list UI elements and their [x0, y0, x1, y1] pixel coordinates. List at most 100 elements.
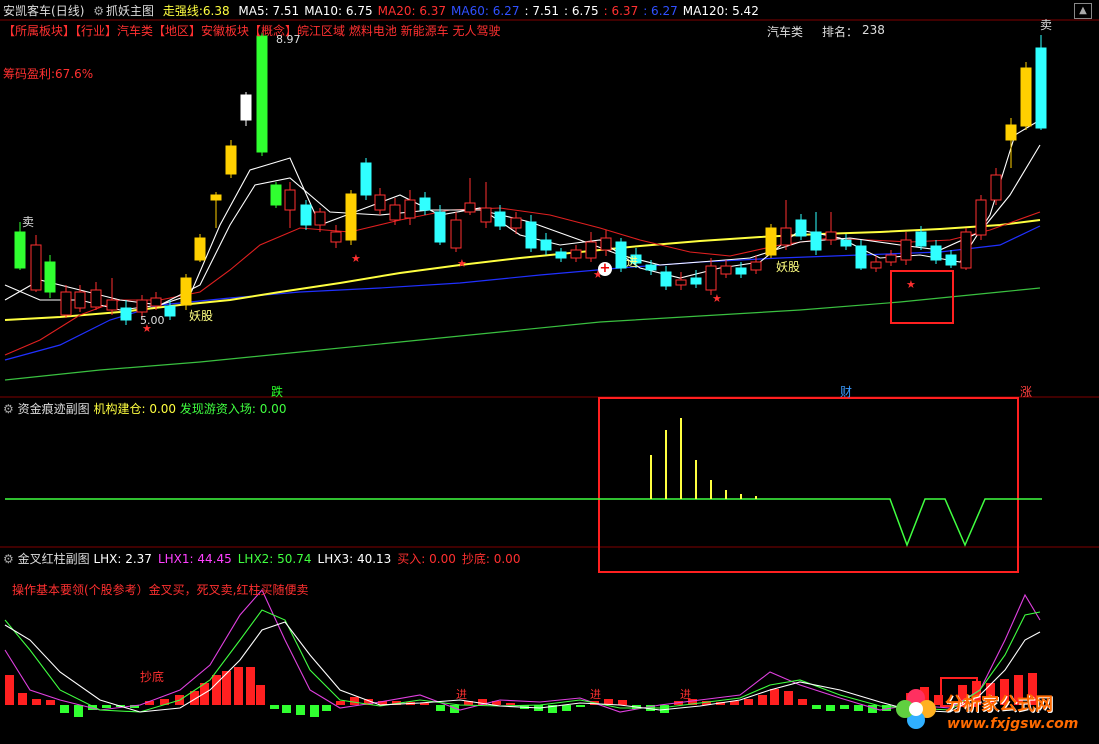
gear-icon[interactable]: ⚙ — [3, 552, 14, 566]
candle-body-46 — [705, 265, 717, 291]
lhx-value-3: LHX3: 40.13 — [317, 552, 392, 566]
sell-signal-left: 卖 — [22, 215, 35, 229]
highlight-box-sub1 — [598, 397, 1019, 573]
sub2-title[interactable]: 金叉红柱副图 — [18, 552, 90, 566]
signal-star-icon-5: ★ — [906, 278, 916, 291]
chaodi-label: 抄底 — [140, 670, 165, 684]
main-panel-header: 安凯客车(日线) ⚙ 抓妖主图 走强线:6.38 MA5: 7.51 MA10: 6… — [3, 2, 764, 19]
lhx1-line — [4, 589, 1041, 713]
candle-body-24 — [374, 194, 386, 211]
sector-name: 汽车类 — [767, 25, 804, 39]
indicator-name[interactable]: 抓妖主图 — [106, 4, 154, 18]
ma-values: MA5: 7.51 MA10: 6.75 MA20: 6.37 MA60: 6.27:… — [238, 4, 763, 18]
macd-bar-59 — [812, 705, 821, 709]
add-circle-icon[interactable]: + — [598, 262, 612, 276]
macd-bar-57 — [784, 691, 793, 705]
macd-bar-24 — [322, 705, 331, 711]
jin-label-main: 进 — [626, 255, 639, 269]
macd-bar-1 — [18, 693, 27, 705]
candle-body-56 — [855, 245, 867, 269]
candle-body-47 — [720, 265, 732, 275]
candle-body-50 — [765, 227, 777, 256]
ma-value-7: : 6.27 — [643, 4, 678, 18]
candle-body-16 — [256, 35, 268, 153]
candle-body-37 — [570, 249, 582, 259]
marker-zhang: 涨 — [1020, 385, 1033, 399]
candle-body-27 — [419, 197, 431, 211]
macd-bar-41 — [562, 705, 571, 711]
candle-body-60 — [915, 231, 927, 247]
ma10-line — [4, 144, 1041, 306]
candle-body-28 — [434, 211, 446, 243]
macd-bar-3 — [46, 700, 55, 705]
candle-body-44 — [675, 279, 687, 286]
candle-body-10 — [164, 305, 176, 317]
yao-label-1: 妖股 — [189, 309, 214, 323]
stock-name[interactable]: 安凯客车 — [3, 4, 51, 18]
signal-star-icon-1: ★ — [351, 252, 361, 265]
gear-icon[interactable]: ⚙ — [3, 402, 14, 416]
chevron-up-icon[interactable]: ▲ — [1074, 3, 1092, 19]
hot-label: 发现游资入场: — [179, 402, 256, 416]
macd-bar-56 — [770, 689, 779, 705]
candle-body-42 — [645, 264, 657, 271]
highlight-box-main — [890, 270, 954, 324]
strong-line-label: 走强线: — [162, 4, 203, 18]
indicator-gear-icon[interactable]: ⚙ — [93, 4, 104, 18]
candle-body-12 — [194, 237, 206, 261]
candle-body-64 — [975, 199, 987, 236]
candle-body-35 — [540, 239, 552, 251]
rank-value: 238 — [862, 23, 885, 37]
macd-bar-60 — [826, 705, 835, 711]
candle-body-53 — [810, 231, 822, 251]
sub1-title[interactable]: 资金痕迹副图 — [18, 402, 90, 416]
jin-label-2: 进 — [590, 688, 601, 701]
macd-bar-4 — [60, 705, 69, 713]
candle-body-9 — [150, 297, 162, 307]
macd-bar-62 — [854, 705, 863, 711]
candle-body-25 — [389, 204, 401, 221]
candle-body-34 — [525, 221, 537, 249]
candle-body-7 — [120, 307, 132, 321]
candle-body-6 — [106, 299, 118, 311]
macd-bar-25 — [336, 701, 345, 705]
candle-body-57 — [870, 261, 882, 269]
marker-cai: 财 — [840, 385, 853, 399]
candle-body-38 — [585, 241, 597, 259]
candle-body-21 — [330, 231, 342, 243]
ma-value-0: MA5: 7.51 — [238, 4, 300, 18]
rank-label: 排名： — [822, 25, 859, 39]
watermark-site-cn: 分析家公式网 — [945, 694, 1053, 715]
yao-label-2: 妖股 — [776, 260, 801, 274]
lhx-value-0: LHX: 2.37 — [93, 552, 152, 566]
lhx-value-2: LHX2: 50.74 — [237, 552, 312, 566]
ma60-line — [4, 225, 1041, 361]
sub-panel-1-header: ⚙ 资金痕迹副图 机构建仓: 0.00 发现游资入场: 0.00 — [3, 400, 286, 417]
period-label[interactable]: (日线) — [51, 4, 84, 18]
macd-bar-5 — [74, 705, 83, 717]
macd-bar-55 — [758, 695, 767, 705]
candle-body-3 — [60, 291, 72, 316]
flower-logo-icon — [893, 686, 939, 732]
candle-body-29 — [450, 219, 462, 249]
macd-bar-26 — [350, 697, 359, 705]
candle-body-26 — [404, 199, 416, 219]
lhx-value-1: LHX1: 44.45 — [157, 552, 232, 566]
stock-chart-canvas[interactable]: ★★ ★★★★ — [0, 0, 1099, 744]
lhx2-line — [4, 609, 1041, 713]
candle-body-32 — [494, 211, 506, 227]
candle-body-58 — [885, 254, 897, 263]
signal-star-icon-4: ★ — [712, 292, 722, 305]
macd-bar-17 — [234, 667, 243, 705]
candle-body-43 — [660, 271, 672, 287]
candle-body-15 — [240, 94, 252, 121]
macd-bar-42 — [576, 705, 585, 707]
candle-body-36 — [555, 251, 567, 259]
fund-trace-line — [5, 498, 1042, 548]
candle-body-40 — [615, 241, 627, 269]
sector-line: 【所属板块】【行业】汽车类【地区】安徽板块【概念】皖江区域 燃料电池 新能源车 … — [3, 24, 501, 38]
ma20-line — [4, 207, 1041, 356]
candle-body-30 — [464, 202, 476, 213]
candle-body-11 — [180, 277, 192, 306]
guide-text: 操作基本要领(个股参考）金叉买，死叉卖,红柱买随便卖 — [12, 583, 309, 597]
